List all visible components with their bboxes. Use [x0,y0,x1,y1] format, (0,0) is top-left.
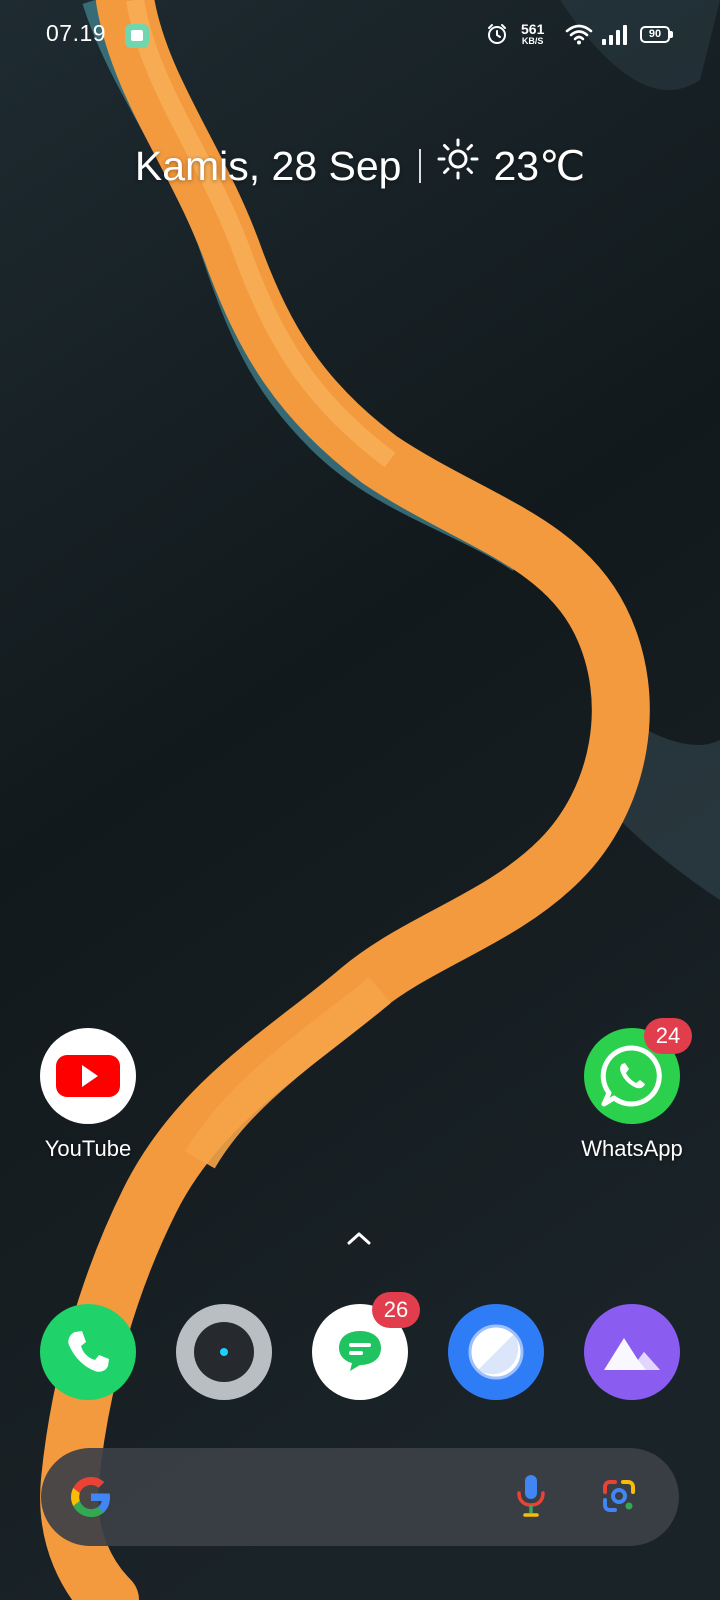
chevron-up-icon[interactable] [344,1228,374,1253]
youtube-label: YouTube [44,1136,132,1161]
youtube-icon [40,1028,136,1124]
google-g-icon [67,1473,115,1526]
microphone-icon[interactable] [513,1471,549,1526]
youtube-app[interactable]: YouTube [40,1028,136,1161]
phone-icon [40,1304,136,1400]
whatsapp-badge: 24 [644,1018,692,1054]
messages-badge: 26 [372,1292,420,1328]
gallery-icon [584,1304,680,1400]
network-speed-value: 561 [521,21,545,37]
google-lens-icon[interactable] [599,1476,639,1521]
wifi-icon [565,23,593,50]
battery-indicator: 90 [640,26,673,43]
status-time: 07.19 [46,20,107,46]
notification-app-icon [125,24,149,48]
camera-icon [176,1304,272,1400]
status-bar: 07.19 561 KB/S 90 [0,0,720,72]
date-weather-widget[interactable]: Kamis, 28 Sep 23℃ [0,136,720,196]
camera-app[interactable] [176,1304,272,1400]
browser-app[interactable] [448,1304,544,1400]
google-search-bar[interactable] [41,1448,679,1546]
network-speed-unit: KB/S [521,36,544,46]
messages-app[interactable]: 26 [312,1292,420,1400]
browser-icon [448,1304,544,1400]
temperature-text: 23℃ [493,143,586,189]
whatsapp-label: WhatsApp [581,1136,683,1161]
widget-divider [419,149,422,183]
whatsapp-app[interactable]: 24 WhatsApp [581,1018,692,1161]
alarm-clock-icon [486,23,508,50]
network-speed: 561 KB/S [521,22,544,46]
cell-signal-icon [601,24,629,51]
gallery-app[interactable] [584,1304,680,1400]
phone-app[interactable] [40,1304,136,1400]
date-text: Kamis, 28 Sep [134,143,402,189]
sun-icon [437,136,479,196]
